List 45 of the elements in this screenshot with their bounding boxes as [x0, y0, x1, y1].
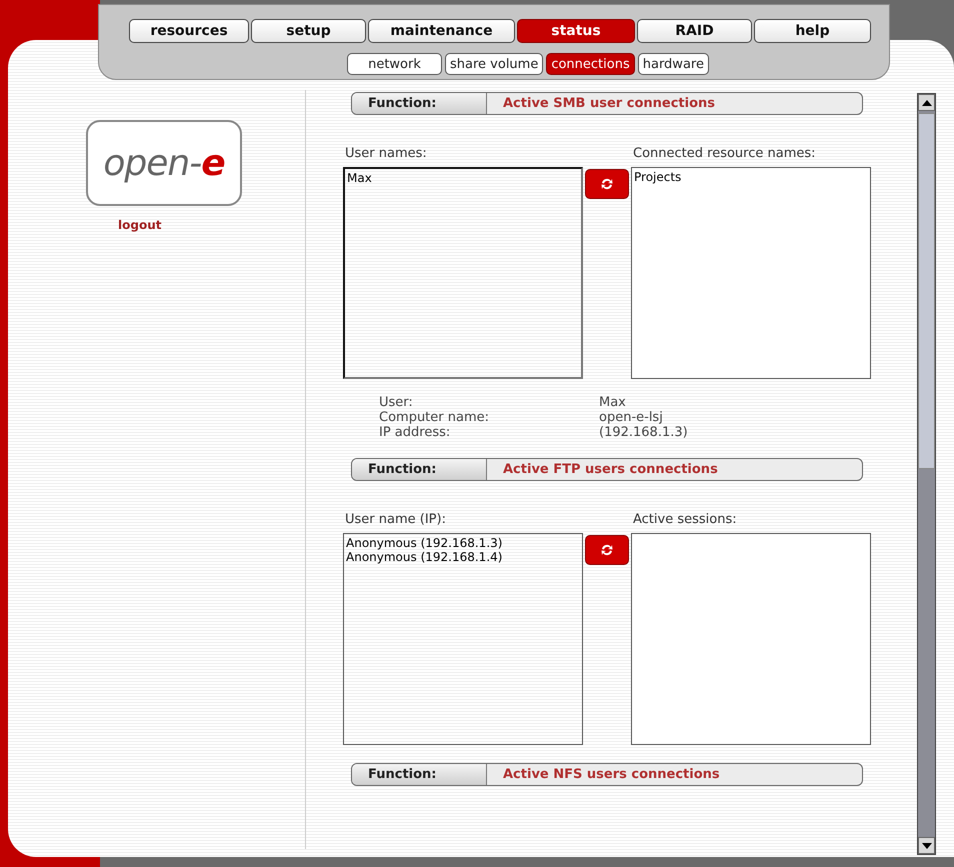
detail-label: Computer name: [379, 410, 490, 425]
function-title: Active FTP users connections [502, 461, 718, 479]
scroll-up-button[interactable] [918, 94, 935, 111]
scroll-down-button[interactable] [918, 837, 935, 854]
nav-tab[interactable]: maintenance [368, 19, 515, 43]
list-box[interactable]: Max [343, 167, 583, 379]
detail-value: (192.168.1.3) [599, 425, 689, 440]
detail-value: Max [599, 395, 627, 410]
refresh-icon [600, 177, 614, 191]
detail-label: User: [379, 395, 414, 410]
nav-tab[interactable]: setup [251, 19, 366, 43]
list-heading: User name (IP): [344, 511, 447, 529]
detail-label: IP address: [379, 425, 452, 440]
up-arrow-icon [922, 100, 932, 106]
list-heading: Connected resource names: [632, 145, 817, 163]
sub-tab[interactable]: hardware [638, 53, 709, 75]
sub-tab[interactable]: connections [546, 53, 635, 75]
scrollbar[interactable] [917, 93, 936, 855]
logout-link[interactable]: logout [118, 218, 162, 232]
refresh-button[interactable] [585, 169, 629, 199]
function-title: Active NFS users connections [502, 766, 720, 784]
detail-value: open-e-lsj [599, 410, 664, 425]
list-item[interactable]: Max [347, 171, 579, 185]
list-heading: User names: [344, 145, 428, 163]
list-item[interactable]: Anonymous (192.168.1.4) [346, 550, 580, 564]
nav-tab[interactable]: status [517, 19, 635, 43]
function-label: Function: [352, 764, 487, 785]
function-title: Active SMB user connections [502, 95, 715, 113]
nav-tab[interactable]: RAID [637, 19, 752, 43]
list-item[interactable]: Projects [634, 170, 868, 184]
scroll-thumb[interactable] [918, 113, 935, 469]
down-arrow-icon [922, 842, 932, 848]
sub-tab[interactable]: network [347, 53, 442, 75]
function-label: Function: [352, 93, 487, 114]
sub-tab[interactable]: share volume [445, 53, 544, 75]
list-heading: Active sessions: [632, 511, 738, 529]
logo: open-e [86, 120, 242, 206]
refresh-button[interactable] [585, 535, 629, 565]
nav-tab[interactable]: help [754, 19, 871, 43]
list-box[interactable]: Projects [631, 167, 871, 379]
nav-tab[interactable]: resources [129, 19, 249, 43]
list-item[interactable]: Anonymous (192.168.1.3) [346, 536, 580, 550]
list-box[interactable]: Anonymous (192.168.1.3) Anonymous (192.168.1.4) [343, 533, 583, 745]
refresh-icon [600, 543, 614, 557]
function-label: Function: [352, 459, 487, 480]
